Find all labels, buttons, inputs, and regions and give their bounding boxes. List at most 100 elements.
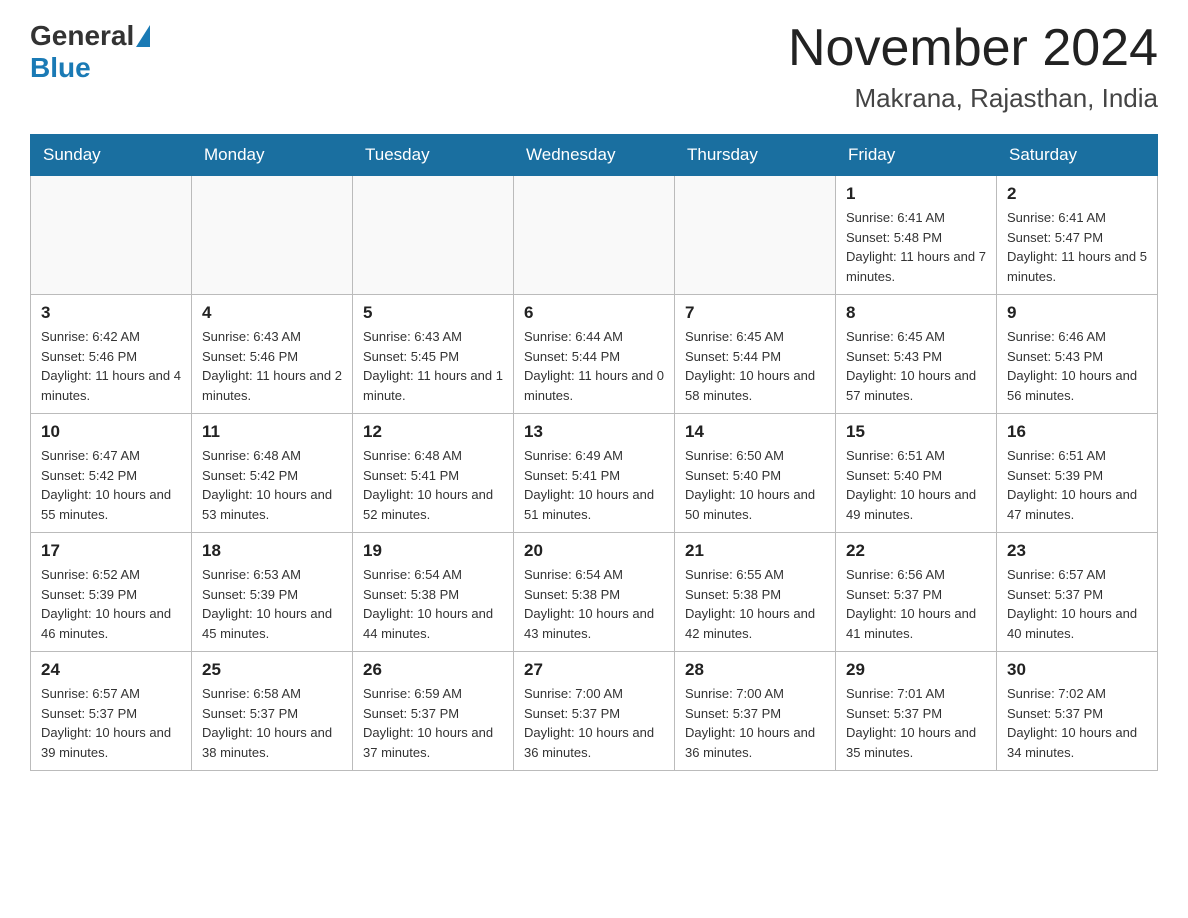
header-sunday: Sunday [31,135,192,176]
day-info: Sunrise: 6:52 AMSunset: 5:39 PMDaylight:… [41,565,181,643]
table-row: 11 Sunrise: 6:48 AMSunset: 5:42 PMDayligh… [192,414,353,533]
day-number: 24 [41,660,181,680]
day-number: 15 [846,422,986,442]
header: General Blue November 2024 Makrana, Raja… [30,20,1158,114]
day-info: Sunrise: 6:54 AMSunset: 5:38 PMDaylight:… [524,565,664,643]
calendar-table: Sunday Monday Tuesday Wednesday Thursday… [30,134,1158,771]
day-info: Sunrise: 6:42 AMSunset: 5:46 PMDaylight:… [41,327,181,405]
day-number: 12 [363,422,503,442]
day-number: 18 [202,541,342,561]
table-row [353,176,514,295]
table-row: 7Sunrise: 6:45 AMSunset: 5:44 PMDaylight… [675,295,836,414]
day-info: Sunrise: 6:57 AMSunset: 5:37 PMDaylight:… [1007,565,1147,643]
day-info: Sunrise: 6:41 AMSunset: 5:47 PMDaylight:… [1007,208,1147,286]
day-number: 5 [363,303,503,323]
header-friday: Friday [836,135,997,176]
table-row: 13 Sunrise: 6:49 AMSunset: 5:41 PMDayligh… [514,414,675,533]
day-info: Sunrise: 7:02 AMSunset: 5:37 PMDaylight:… [1007,684,1147,762]
header-wednesday: Wednesday [514,135,675,176]
table-row: 14 Sunrise: 6:50 AMSunset: 5:40 PMDayligh… [675,414,836,533]
day-number: 29 [846,660,986,680]
table-row: 29 Sunrise: 7:01 AMSunset: 5:37 PMDayligh… [836,652,997,771]
day-number: 22 [846,541,986,561]
table-row: 10Sunrise: 6:47 AMSunset: 5:42 PMDayligh… [31,414,192,533]
table-row: 5Sunrise: 6:43 AMSunset: 5:45 PMDaylight… [353,295,514,414]
table-row: 18 Sunrise: 6:53 AMSunset: 5:39 PMDayligh… [192,533,353,652]
calendar-week-row: 10Sunrise: 6:47 AMSunset: 5:42 PMDayligh… [31,414,1158,533]
day-number: 26 [363,660,503,680]
day-info: Sunrise: 6:48 AMSunset: 5:41 PMDaylight:… [363,446,503,524]
table-row: 21 Sunrise: 6:55 AMSunset: 5:38 PMDayligh… [675,533,836,652]
day-number: 10 [41,422,181,442]
header-saturday: Saturday [997,135,1158,176]
logo-triangle-icon [136,25,150,47]
day-number: 17 [41,541,181,561]
day-info: Sunrise: 6:55 AMSunset: 5:38 PMDaylight:… [685,565,825,643]
day-info: Sunrise: 6:57 AMSunset: 5:37 PMDaylight:… [41,684,181,762]
day-number: 9 [1007,303,1147,323]
table-row: 23Sunrise: 6:57 AMSunset: 5:37 PMDayligh… [997,533,1158,652]
day-info: Sunrise: 6:59 AMSunset: 5:37 PMDaylight:… [363,684,503,762]
table-row: 19 Sunrise: 6:54 AMSunset: 5:38 PMDayligh… [353,533,514,652]
calendar-week-row: 24 Sunrise: 6:57 AMSunset: 5:37 PMDayligh… [31,652,1158,771]
calendar-header-row: Sunday Monday Tuesday Wednesday Thursday… [31,135,1158,176]
table-row: 30 Sunrise: 7:02 AMSunset: 5:37 PMDayligh… [997,652,1158,771]
day-number: 13 [524,422,664,442]
table-row [514,176,675,295]
logo-general-text: General [30,20,134,52]
day-number: 3 [41,303,181,323]
day-number: 8 [846,303,986,323]
day-info: Sunrise: 7:00 AMSunset: 5:37 PMDaylight:… [524,684,664,762]
title-area: November 2024 Makrana, Rajasthan, India [788,20,1158,114]
day-number: 21 [685,541,825,561]
calendar-week-row: 3 Sunrise: 6:42 AMSunset: 5:46 PMDaylight… [31,295,1158,414]
table-row: 20 Sunrise: 6:54 AMSunset: 5:38 PMDayligh… [514,533,675,652]
table-row: 24 Sunrise: 6:57 AMSunset: 5:37 PMDayligh… [31,652,192,771]
day-info: Sunrise: 6:44 AMSunset: 5:44 PMDaylight:… [524,327,664,405]
day-number: 30 [1007,660,1147,680]
table-row: 17 Sunrise: 6:52 AMSunset: 5:39 PMDayligh… [31,533,192,652]
day-number: 25 [202,660,342,680]
table-row: 28 Sunrise: 7:00 AMSunset: 5:37 PMDayligh… [675,652,836,771]
table-row: 3 Sunrise: 6:42 AMSunset: 5:46 PMDaylight… [31,295,192,414]
day-info: Sunrise: 6:45 AMSunset: 5:43 PMDaylight:… [846,327,986,405]
month-title: November 2024 [788,20,1158,77]
day-info: Sunrise: 6:53 AMSunset: 5:39 PMDaylight:… [202,565,342,643]
table-row: 9 Sunrise: 6:46 AMSunset: 5:43 PMDaylight… [997,295,1158,414]
table-row: 15 Sunrise: 6:51 AMSunset: 5:40 PMDayligh… [836,414,997,533]
day-number: 20 [524,541,664,561]
day-number: 28 [685,660,825,680]
day-number: 4 [202,303,342,323]
table-row: 22 Sunrise: 6:56 AMSunset: 5:37 PMDayligh… [836,533,997,652]
day-number: 19 [363,541,503,561]
day-info: Sunrise: 7:00 AMSunset: 5:37 PMDaylight:… [685,684,825,762]
day-number: 2 [1007,184,1147,204]
location-subtitle: Makrana, Rajasthan, India [788,83,1158,114]
day-info: Sunrise: 6:45 AMSunset: 5:44 PMDaylight:… [685,327,825,405]
table-row [192,176,353,295]
table-row: 2 Sunrise: 6:41 AMSunset: 5:47 PMDaylight… [997,176,1158,295]
logo-area: General Blue [30,20,152,84]
table-row: 1Sunrise: 6:41 AMSunset: 5:48 PMDaylight… [836,176,997,295]
day-number: 14 [685,422,825,442]
day-info: Sunrise: 6:50 AMSunset: 5:40 PMDaylight:… [685,446,825,524]
day-info: Sunrise: 6:56 AMSunset: 5:37 PMDaylight:… [846,565,986,643]
day-info: Sunrise: 6:51 AMSunset: 5:40 PMDaylight:… [846,446,986,524]
day-info: Sunrise: 6:51 AMSunset: 5:39 PMDaylight:… [1007,446,1147,524]
day-info: Sunrise: 7:01 AMSunset: 5:37 PMDaylight:… [846,684,986,762]
day-info: Sunrise: 6:49 AMSunset: 5:41 PMDaylight:… [524,446,664,524]
day-number: 6 [524,303,664,323]
table-row [675,176,836,295]
day-number: 11 [202,422,342,442]
day-info: Sunrise: 6:41 AMSunset: 5:48 PMDaylight:… [846,208,986,286]
day-info: Sunrise: 6:46 AMSunset: 5:43 PMDaylight:… [1007,327,1147,405]
day-info: Sunrise: 6:54 AMSunset: 5:38 PMDaylight:… [363,565,503,643]
day-info: Sunrise: 6:43 AMSunset: 5:46 PMDaylight:… [202,327,342,405]
header-thursday: Thursday [675,135,836,176]
calendar-week-row: 17 Sunrise: 6:52 AMSunset: 5:39 PMDayligh… [31,533,1158,652]
day-info: Sunrise: 6:48 AMSunset: 5:42 PMDaylight:… [202,446,342,524]
table-row: 8 Sunrise: 6:45 AMSunset: 5:43 PMDaylight… [836,295,997,414]
day-number: 27 [524,660,664,680]
table-row: 12 Sunrise: 6:48 AMSunset: 5:41 PMDayligh… [353,414,514,533]
header-monday: Monday [192,135,353,176]
